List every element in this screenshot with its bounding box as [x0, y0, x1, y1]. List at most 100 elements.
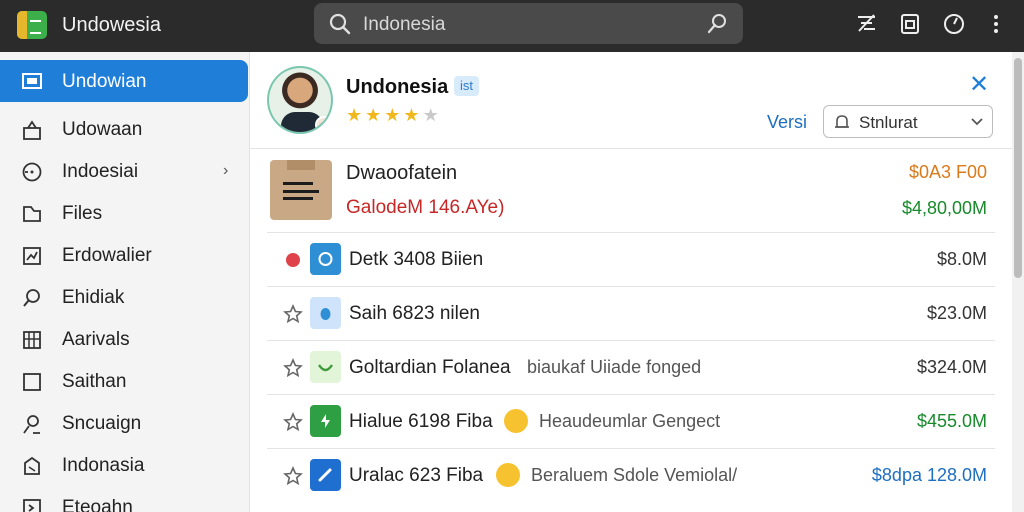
lock-icon: [23, 120, 41, 140]
arrow-icon: [23, 499, 41, 512]
search-value: Indonesia: [363, 14, 446, 35]
sidebar-item-label: Undowian: [62, 71, 147, 92]
star-filled-icon: ★: [384, 105, 401, 125]
star-empty-icon: ★: [422, 105, 439, 125]
item-value: $23.0M: [926, 303, 987, 323]
sidebar-item-eteoahn[interactable]: Eteoahn: [0, 486, 249, 512]
close-icon[interactable]: ✕: [969, 70, 989, 99]
square-icon: [23, 373, 41, 391]
plus-icon: [310, 405, 341, 437]
clock-icon: [22, 162, 42, 182]
red-dot-icon: [286, 253, 300, 267]
leaf-icon: [310, 351, 341, 383]
sidebar-item-saithan[interactable]: Saithan: [0, 360, 249, 402]
profile-name: Undonesia: [346, 76, 449, 98]
detail-panel: Undonesia ist ★ ★ ★ ★ ★ ✕ Versi Stnlurat…: [249, 52, 1013, 512]
list-item[interactable]: Detk 3408 Biien $8.0M: [267, 233, 995, 287]
search-icon: [329, 13, 351, 35]
sidebar-item-files[interactable]: Files: [0, 192, 249, 234]
item-label: Goltardian Folanea: [349, 357, 511, 378]
dropdown-value: Stnlurat: [859, 113, 918, 132]
chevron-down-icon: [971, 118, 983, 126]
star-outline-icon[interactable]: [283, 304, 303, 324]
window-icon[interactable]: [898, 12, 922, 36]
featured-value-top: $0A3 F00: [908, 162, 987, 182]
list-item[interactable]: Hialue 6198 Fiba Heaudeumlar Gengect $45…: [267, 395, 995, 449]
sidebar-item-label: Saithan: [62, 371, 127, 392]
sidebar-item-sncuaign[interactable]: Sncuaign: [0, 402, 249, 444]
item-subtitle: Beraluem Sdole Vemiolal/: [531, 465, 738, 485]
sidebar-item-label: Indonasia: [62, 455, 145, 476]
list-item[interactable]: Saih 6823 nilen $23.0M: [267, 287, 995, 341]
scrollbar-thumb[interactable]: [1014, 58, 1022, 278]
sidebar-item-indoesiai[interactable]: Indoesiai ›: [0, 150, 249, 192]
smile-emoji-icon: [496, 463, 520, 487]
pen-icon: [310, 459, 341, 491]
list-item[interactable]: Goltardian Folanea biaukaf Uiiade fonged…: [267, 341, 995, 395]
featured-subtitle: GalodeM 146.AYe): [346, 197, 505, 218]
sidebar-item-label: Sncuaign: [62, 413, 142, 434]
sidebar-item-ehidiak[interactable]: Ehidiak: [0, 276, 249, 318]
circle-app-icon: [310, 243, 341, 275]
item-value: $8.0M: [936, 249, 987, 269]
version-link[interactable]: Versi: [767, 112, 807, 133]
star-filled-icon: ★: [365, 105, 382, 125]
avatar-badge-icon: [315, 116, 331, 132]
title-bar: Undowesia Indonesia: [0, 0, 1024, 52]
item-subtitle: biaukaf Uiiade fonged: [527, 357, 702, 377]
item-label: Uralac 623 Fiba: [349, 465, 484, 486]
chart-icon: [23, 247, 41, 265]
item-subtitle: Heaudeumlar Gengect: [539, 411, 721, 431]
item-value: $324.0M: [916, 357, 987, 377]
timer-icon[interactable]: [942, 12, 966, 36]
star-outline-icon[interactable]: [283, 412, 303, 432]
featured-title: Dwaoofatein: [346, 162, 458, 184]
tag-icon: [24, 456, 40, 475]
sidebar-item-label: Files: [62, 203, 103, 224]
search-icon: [23, 289, 40, 307]
item-label: Hialue 6198 Fiba: [349, 411, 493, 432]
list-item[interactable]: Uralac 623 Fiba Beraluem Sdole Vemiolal/…: [267, 449, 995, 503]
sidebar-item-udowaan[interactable]: Udowaan: [0, 108, 249, 150]
bug-icon: [310, 297, 341, 329]
rating-stars: ★ ★ ★ ★ ★: [346, 106, 439, 124]
sidebar-item-label: Indoesiai: [62, 161, 139, 182]
sidebar: Undowian Udowaan Indoesiai › Files Erdow…: [0, 52, 249, 512]
search-input[interactable]: Indonesia: [314, 3, 743, 44]
sidebar-item-label: Ehidiak: [62, 287, 125, 308]
sidebar-item-erdowalier[interactable]: Erdowalier: [0, 234, 249, 276]
sidebar-item-undowian[interactable]: Undowian: [0, 60, 248, 102]
star-filled-icon: ★: [403, 105, 420, 125]
sidebar-item-label: Eteoahn: [62, 497, 133, 512]
search-action-icon[interactable]: [706, 13, 728, 35]
star-filled-icon: ★: [346, 105, 363, 125]
app-title: Undowesia: [62, 14, 161, 36]
sidebar-item-label: Aarivals: [62, 329, 130, 350]
filter-icon[interactable]: [855, 12, 879, 36]
item-label: Detk 3408 Biien: [349, 249, 484, 270]
chevron-right-icon[interactable]: ›: [223, 162, 228, 180]
smile-emoji-icon: [504, 409, 528, 433]
app-logo-icon: [17, 11, 47, 39]
star-outline-icon[interactable]: [283, 358, 303, 378]
avatar[interactable]: [267, 66, 333, 134]
sort-dropdown[interactable]: Stnlurat: [823, 105, 993, 138]
item-value: $8dpa 128.0M: [871, 465, 987, 485]
star-outline-icon[interactable]: [283, 466, 303, 486]
grid-icon: [23, 331, 41, 349]
divider: [250, 148, 1013, 149]
item-label: Saih 6823 nilen: [349, 303, 480, 324]
bell-icon: [835, 115, 849, 128]
user-icon: [23, 415, 40, 434]
more-vert-icon[interactable]: [984, 12, 1008, 36]
item-value: $455.0M: [916, 411, 987, 431]
profile-badge: ist: [454, 76, 479, 96]
sidebar-item-label: Erdowalier: [62, 245, 152, 266]
monitor-icon: [22, 73, 42, 89]
sidebar-item-label: Udowaan: [62, 119, 143, 140]
folder-icon: [23, 206, 41, 222]
sidebar-item-indonasia[interactable]: Indonasia: [0, 444, 249, 486]
package-icon: [270, 160, 332, 220]
featured-value-bottom: $4,80,00M: [901, 198, 987, 218]
sidebar-item-aarivals[interactable]: Aarivals: [0, 318, 249, 360]
